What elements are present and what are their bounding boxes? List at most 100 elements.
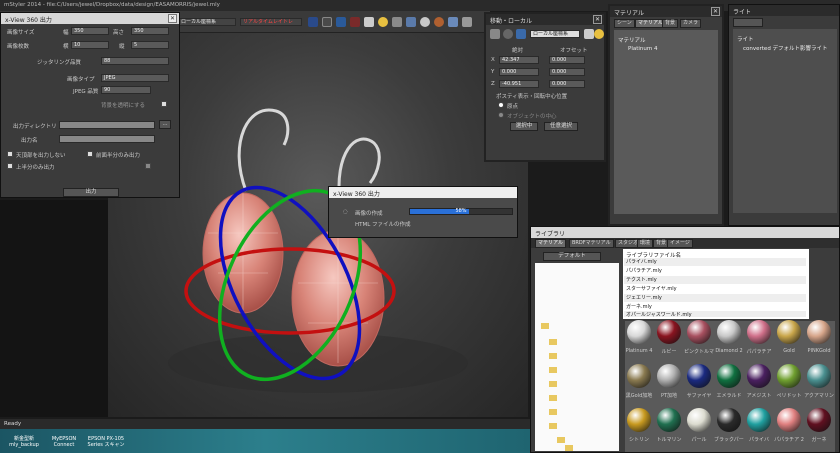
material-sphere-item[interactable]: Platinum 4: [624, 320, 654, 354]
material-sphere-item[interactable]: PINKGold: [804, 320, 834, 354]
output-dir-input[interactable]: [59, 121, 155, 129]
rotate-mode-icon[interactable]: [503, 29, 513, 39]
any-select-button[interactable]: 任意選択: [544, 122, 578, 131]
horiz-count-input[interactable]: 10: [71, 41, 109, 49]
material-sphere-item[interactable]: ガーネ: [804, 408, 834, 443]
browse-button[interactable]: ...: [159, 120, 171, 129]
sun-icon[interactable]: [378, 17, 388, 27]
render-icon[interactable]: [350, 17, 360, 27]
x-coord-input[interactable]: 42.347: [499, 56, 539, 64]
material-sphere-item[interactable]: Diamond 2: [714, 320, 744, 354]
light-bulb-icon[interactable]: [594, 29, 604, 39]
folder-tree[interactable]: [535, 263, 619, 451]
lib-tab-brdf[interactable]: BRDFマテリアル: [569, 239, 614, 248]
toolbar-coord-select[interactable]: ローカル座標系: [178, 18, 236, 26]
material-icon[interactable]: [420, 17, 430, 27]
material-sphere-grid: Platinum 4 ルビー ピンクトルマリンDiamond 2パパラチア Gold P…: [624, 320, 838, 453]
vert-count-input[interactable]: 5: [131, 41, 169, 49]
z-offset-input[interactable]: 0.000: [549, 80, 585, 88]
library-file-item[interactable]: パパラチア.mly: [624, 267, 806, 275]
output-button[interactable]: 出力: [63, 188, 119, 197]
material-sphere-item[interactable]: ルビー: [654, 320, 684, 355]
height-input[interactable]: 350: [131, 27, 169, 35]
light-tree-root[interactable]: ライト: [737, 35, 754, 43]
material-sphere-item[interactable]: エメラルド: [714, 364, 744, 399]
transform-coord-select[interactable]: ローカル座標系: [530, 30, 580, 38]
y-offset-input[interactable]: 0.000: [549, 68, 585, 76]
move-mode-icon[interactable]: [490, 29, 500, 39]
width-input[interactable]: 350: [71, 27, 109, 35]
tab-camera[interactable]: カメラ: [680, 19, 702, 28]
toolbar-render-select[interactable]: リアルタイムレイトレ: [240, 18, 302, 26]
z-coord-input[interactable]: -40.951: [499, 80, 539, 88]
library-file-item[interactable]: ガーネ.mly: [624, 303, 806, 311]
scale-tool-icon[interactable]: [336, 17, 346, 27]
output-panel-close-icon[interactable]: ✕: [168, 14, 177, 23]
vert-label: 縦: [119, 44, 125, 50]
rotate-tool-icon[interactable]: [322, 17, 332, 27]
material-tree-item[interactable]: Platinum 4: [628, 46, 657, 52]
image-type-select[interactable]: JPEG: [101, 74, 169, 82]
tab-scene[interactable]: シーン: [614, 19, 635, 28]
material-sphere-icon: [717, 364, 741, 388]
cube-icon[interactable]: [448, 17, 458, 27]
sphere-icon[interactable]: [434, 17, 444, 27]
selected-button[interactable]: 選択中: [510, 122, 538, 131]
camera-icon[interactable]: [406, 17, 416, 27]
material-sphere-item[interactable]: シトリン: [624, 408, 654, 443]
material-sphere-item[interactable]: アクアマリン: [804, 364, 834, 399]
material-sphere-item[interactable]: ピンクトルマリン: [684, 320, 714, 355]
default-button[interactable]: デフォルト: [543, 252, 601, 261]
library-file-item[interactable]: オパールジャスワールド.mly: [624, 311, 806, 317]
light-tree-item[interactable]: converted デフォルト影響ライト: [743, 44, 828, 52]
extra-checkbox[interactable]: [145, 163, 151, 169]
origin-radio[interactable]: [498, 102, 504, 108]
material-sphere-label: アクアマリン: [804, 393, 834, 399]
lib-tab-material[interactable]: マテリアル: [535, 239, 566, 248]
front-only-checkbox[interactable]: [87, 151, 93, 157]
snap-icon[interactable]: [584, 29, 594, 39]
scale-mode-icon[interactable]: [516, 29, 526, 39]
settings-icon[interactable]: [462, 17, 472, 27]
tab-background[interactable]: 背景: [662, 19, 679, 28]
material-sphere-item[interactable]: ペリドット: [774, 364, 804, 399]
grid-icon[interactable]: [364, 17, 374, 27]
material-sphere-item[interactable]: パライバ: [744, 408, 774, 443]
material-sphere-item[interactable]: 黒Gold加地: [624, 364, 654, 399]
move-tool-icon[interactable]: [308, 17, 318, 27]
transparent-bg-checkbox[interactable]: [161, 101, 167, 107]
taskbar-item[interactable]: 新金型新 mly_backup: [4, 436, 44, 448]
lib-tab-image[interactable]: イメージ: [667, 239, 693, 248]
material-sphere-item[interactable]: パール: [684, 408, 714, 443]
x-offset-input[interactable]: 0.000: [549, 56, 585, 64]
material-sphere-item[interactable]: PT加地: [654, 364, 684, 399]
material-sphere-item[interactable]: パパラチア 2: [774, 408, 804, 443]
lib-tab-environment[interactable]: 環境: [637, 239, 654, 248]
library-file-item[interactable]: スターサファイヤ.mly: [624, 285, 806, 293]
light-tab[interactable]: [733, 18, 763, 27]
y-coord-input[interactable]: 0.000: [499, 68, 539, 76]
upper-only-checkbox[interactable]: [7, 163, 13, 169]
library-file-item[interactable]: パライバ.mly: [624, 258, 806, 266]
material-sphere-item[interactable]: Gold: [774, 320, 804, 354]
folder-icon: [549, 381, 557, 387]
material-sphere-item[interactable]: アメジスト: [744, 364, 774, 399]
library-file-item[interactable]: テクスト.mly: [624, 276, 806, 284]
library-file-item[interactable]: ジェエリー.mly: [624, 294, 806, 302]
material-panel-close-icon[interactable]: ✕: [711, 7, 720, 16]
material-sphere-item[interactable]: パパラチア: [744, 320, 774, 355]
jitter-input[interactable]: 88: [101, 57, 169, 65]
material-sphere-item[interactable]: ブラックパール: [714, 408, 744, 443]
output-name-input[interactable]: [59, 135, 155, 143]
transform-panel-close-icon[interactable]: ✕: [593, 15, 602, 24]
no-sky-checkbox[interactable]: [7, 151, 13, 157]
object-center-radio[interactable]: [498, 112, 504, 118]
output-panel: x-View 360 出力 ✕ 画像サイズ 幅 350 高さ 350 画像枚数 …: [0, 12, 180, 198]
jpeg-quality-input[interactable]: 90: [101, 86, 151, 94]
taskbar-item[interactable]: MyEPSON Connect: [44, 436, 84, 448]
material-sphere-item[interactable]: サファイヤ: [684, 364, 714, 399]
material-tree-root[interactable]: マテリアル: [618, 36, 645, 44]
taskbar-item[interactable]: EPSON PX-105 Series スキャン: [84, 436, 128, 448]
material-sphere-item[interactable]: トルマリン: [654, 408, 684, 443]
light-bulb-icon[interactable]: [392, 17, 402, 27]
